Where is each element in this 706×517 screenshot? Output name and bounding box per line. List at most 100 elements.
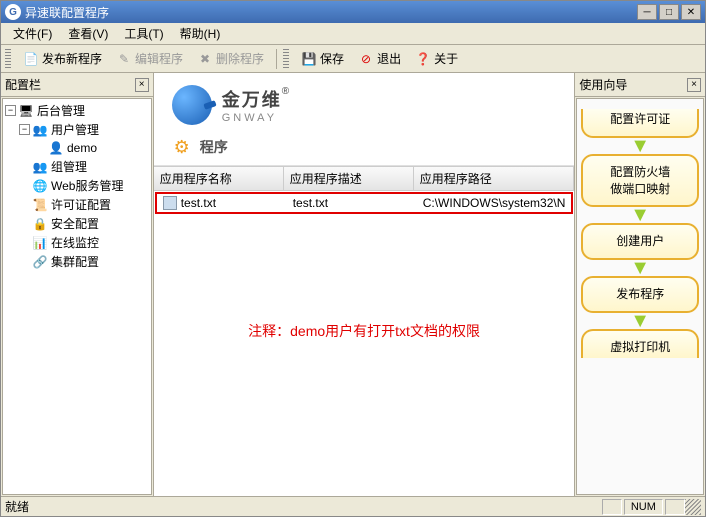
users-icon: 👥 (32, 122, 48, 138)
wizard-step3-label: 创建用户 (616, 234, 664, 248)
exit-icon: ⊘ (358, 51, 374, 67)
wizard-area: 配置许可证 ▼ 配置防火墙做端口映射 ▼ 创建用户 ▼ 发布程序 ▼ 虚拟打印机 (576, 98, 704, 495)
col-desc[interactable]: 应用程序描述 (284, 167, 414, 190)
wizard-step2b-label: 做端口映射 (610, 182, 670, 196)
delete-button[interactable]: ✖删除程序 (191, 48, 270, 69)
left-panel-title: 配置栏 (5, 76, 41, 93)
group-icon: 👥 (32, 159, 48, 175)
wizard-step-createuser[interactable]: 创建用户 (581, 223, 699, 260)
right-panel-close[interactable]: × (687, 78, 701, 92)
menu-tools[interactable]: 工具(T) (116, 23, 171, 44)
section-header: ⚙ 程序 (154, 129, 575, 166)
tree-security[interactable]: 🔒安全配置 (3, 214, 151, 233)
titlebar: G 异速联配置程序 ─ □ ✕ (1, 1, 705, 23)
wizard-step-printer[interactable]: 虚拟打印机 (581, 329, 699, 358)
cell-desc: test.txt (287, 194, 417, 212)
tree-license-label: 许可证配置 (51, 196, 111, 213)
left-panel: 配置栏 × −🖥后台管理 −👥用户管理 👤demo 👥组管理 🌐Web服务管理 … (1, 73, 154, 496)
menu-help[interactable]: 帮助(H) (172, 23, 229, 44)
annotation-text: 注释：demo用户有打开txt文档的权限 (154, 321, 575, 341)
wizard-step-license[interactable]: 配置许可证 (581, 109, 699, 138)
center-panel: 金万维® GNWAY ⚙ 程序 应用程序名称 应用程序描述 应用程序路径 tes… (154, 73, 576, 496)
wizard-step-publish[interactable]: 发布程序 (581, 276, 699, 313)
gnway-logo (172, 85, 212, 125)
tree-web-label: Web服务管理 (51, 177, 123, 194)
edit-label: 编辑程序 (135, 50, 183, 67)
col-name[interactable]: 应用程序名称 (154, 167, 284, 190)
wizard-step-firewall[interactable]: 配置防火墙做端口映射 (581, 154, 699, 208)
tree-license[interactable]: 📜许可证配置 (3, 195, 151, 214)
tree-web-svc[interactable]: 🌐Web服务管理 (3, 176, 151, 195)
status-cell-empty (602, 499, 622, 515)
lock-icon: 🔒 (32, 216, 48, 232)
save-button[interactable]: 💾保存 (295, 48, 350, 69)
right-panel-title: 使用向导 (579, 76, 627, 93)
edit-button[interactable]: ✎编辑程序 (110, 48, 189, 69)
cell-path: C:\WINDOWS\system32\N (417, 194, 572, 212)
about-icon: ❓ (415, 51, 431, 67)
publish-label: 发布新程序 (42, 50, 102, 67)
tree-cluster[interactable]: 🔗集群配置 (3, 252, 151, 271)
right-panel: 使用向导 × 配置许可证 ▼ 配置防火墙做端口映射 ▼ 创建用户 ▼ 发布程序 … (575, 73, 705, 496)
cluster-icon: 🔗 (32, 254, 48, 270)
tree-monitor[interactable]: 📊在线监控 (3, 233, 151, 252)
left-panel-header: 配置栏 × (1, 73, 153, 97)
toolbar: 📄发布新程序 ✎编辑程序 ✖删除程序 💾保存 ⊘退出 ❓关于 (1, 45, 705, 73)
tree-monitor-label: 在线监控 (51, 234, 99, 251)
brand-en: GNWAY (222, 112, 289, 124)
wizard-step4-label: 发布程序 (616, 287, 664, 301)
tree-demo-label: demo (67, 141, 97, 155)
status-num: NUM (624, 499, 663, 515)
menu-view[interactable]: 查看(V) (60, 23, 116, 44)
wizard-step5-label: 虚拟打印机 (610, 340, 670, 354)
web-icon: 🌐 (32, 178, 48, 194)
file-icon (163, 196, 177, 210)
about-button[interactable]: ❓关于 (409, 48, 464, 69)
exit-button[interactable]: ⊘退出 (352, 48, 407, 69)
menu-file[interactable]: 文件(F) (5, 23, 60, 44)
right-panel-header: 使用向导 × (575, 73, 705, 97)
tree-group-label: 组管理 (51, 158, 87, 175)
brand-row: 金万维® GNWAY (154, 73, 575, 129)
tree-root[interactable]: −🖥后台管理 (3, 101, 151, 120)
save-icon: 💾 (301, 51, 317, 67)
brand-reg: ® (282, 86, 289, 97)
toolbar-grip-2 (283, 49, 289, 69)
user-icon: 👤 (48, 140, 64, 156)
tree-user-mgmt-label: 用户管理 (51, 121, 99, 138)
collapse-icon[interactable]: − (5, 105, 16, 116)
publish-icon: 📄 (23, 51, 39, 67)
tree-root-label: 后台管理 (37, 102, 85, 119)
about-label: 关于 (434, 50, 458, 67)
tree-group-mgmt[interactable]: 👥组管理 (3, 157, 151, 176)
tree-demo-user[interactable]: 👤demo (3, 139, 151, 157)
arrow-down-icon: ▼ (581, 209, 699, 221)
minimize-button[interactable]: ─ (637, 4, 657, 20)
toolbar-separator (276, 49, 277, 69)
wizard-step1-label: 配置许可证 (610, 112, 670, 126)
section-title: 程序 (200, 137, 228, 157)
collapse-icon[interactable]: − (19, 124, 30, 135)
tree-cluster-label: 集群配置 (51, 253, 99, 270)
delete-icon: ✖ (197, 51, 213, 67)
delete-label: 删除程序 (216, 50, 264, 67)
tree-user-mgmt[interactable]: −👥用户管理 (3, 120, 151, 139)
publish-button[interactable]: 📄发布新程序 (17, 48, 108, 69)
col-path[interactable]: 应用程序路径 (414, 167, 575, 190)
nav-tree: −🖥后台管理 −👥用户管理 👤demo 👥组管理 🌐Web服务管理 📜许可证配置… (2, 98, 152, 495)
left-panel-close[interactable]: × (135, 78, 149, 92)
tree-security-label: 安全配置 (51, 215, 99, 232)
list-row[interactable]: test.txt test.txt C:\WINDOWS\system32\N (155, 192, 574, 214)
brand-cn: 金万维 (222, 90, 282, 110)
window-title: 异速联配置程序 (25, 4, 637, 21)
wizard-step2a-label: 配置防火墙 (610, 165, 670, 179)
toolbar-grip (5, 49, 11, 69)
edit-icon: ✎ (116, 51, 132, 67)
arrow-down-icon: ▼ (581, 315, 699, 327)
maximize-button[interactable]: □ (659, 4, 679, 20)
close-button[interactable]: ✕ (681, 4, 701, 20)
server-icon: 🖥 (18, 103, 34, 119)
resize-grip[interactable] (685, 499, 701, 515)
save-label: 保存 (320, 50, 344, 67)
list-body: test.txt test.txt C:\WINDOWS\system32\N … (154, 191, 575, 496)
